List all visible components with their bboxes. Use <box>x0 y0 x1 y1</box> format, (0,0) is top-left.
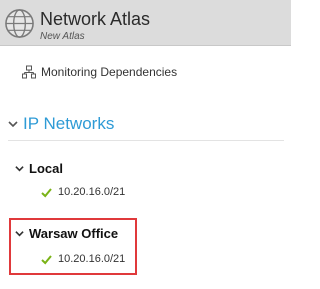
network-address: 10.20.16.0/21 <box>58 186 126 198</box>
section-divider <box>8 140 284 141</box>
ip-networks-section-toggle[interactable]: IP Networks <box>8 113 114 135</box>
group-local-label: Local <box>29 160 63 176</box>
ip-networks-title: IP Networks <box>23 114 115 133</box>
highlight-box <box>9 218 137 275</box>
globe-icon <box>5 9 34 38</box>
page-title: Network Atlas <box>40 9 151 29</box>
chevron-down-icon <box>8 121 18 128</box>
atlas-header: Network Atlas New Atlas <box>0 0 291 46</box>
atlas-subtitle: New Atlas <box>40 31 85 42</box>
group-local-toggle[interactable]: Local <box>15 160 63 176</box>
monitoring-dependencies-label: Monitoring Dependencies <box>41 65 178 79</box>
check-icon <box>41 187 52 197</box>
network-item-local-1[interactable]: 10.20.16.0/21 <box>41 184 125 200</box>
chevron-down-icon <box>15 165 24 171</box>
monitoring-dependencies-link[interactable]: Monitoring Dependencies <box>22 64 177 80</box>
dependencies-icon <box>22 65 36 79</box>
